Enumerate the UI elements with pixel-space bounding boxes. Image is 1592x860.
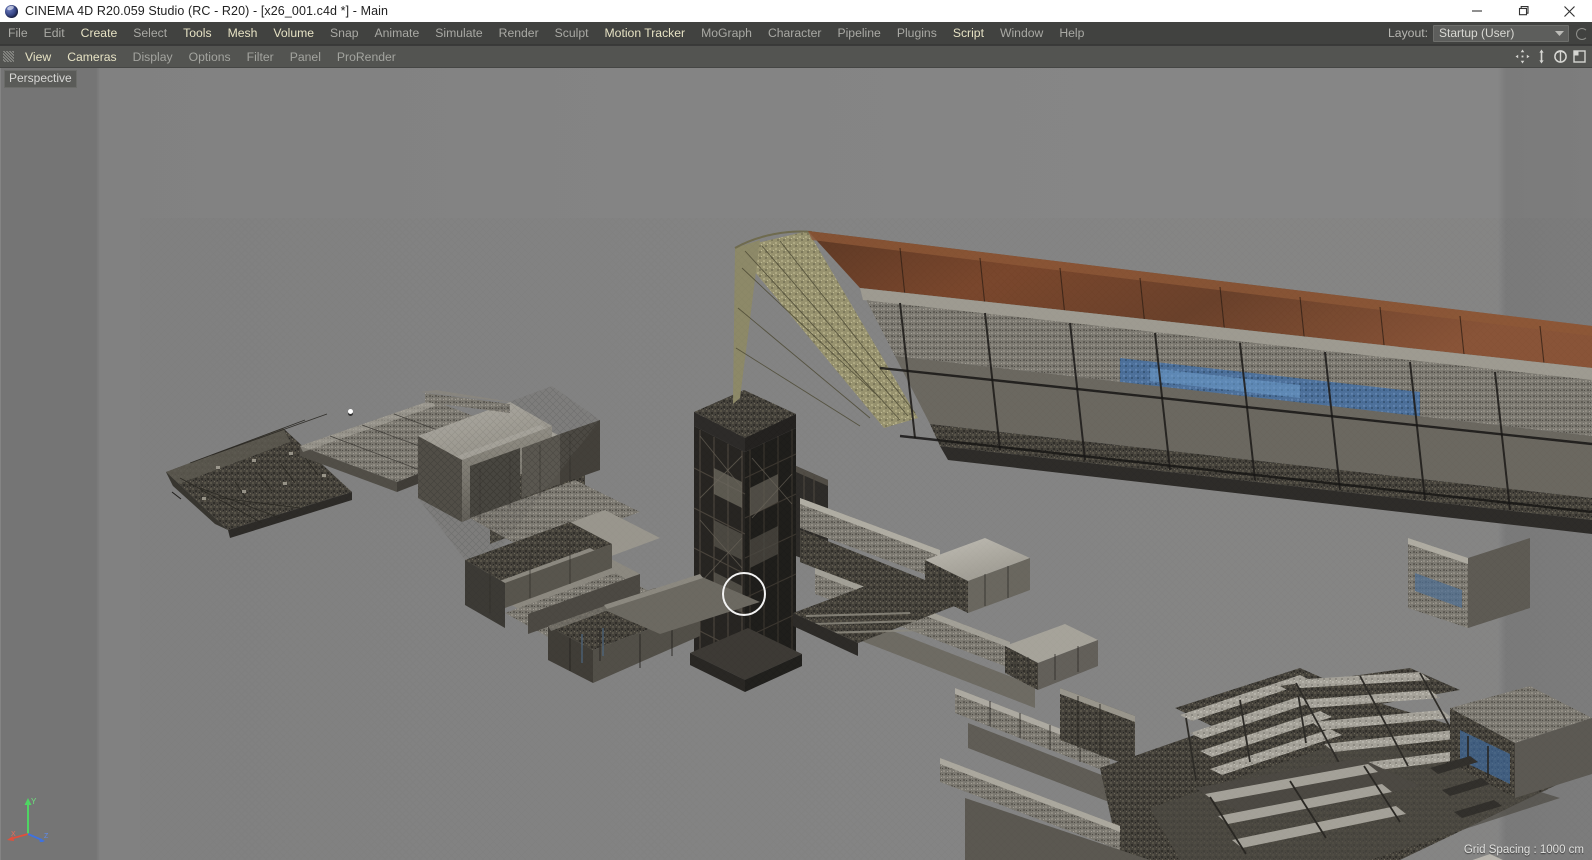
maximize-view-icon[interactable] bbox=[1571, 48, 1588, 66]
viewport-menu-filter[interactable]: Filter bbox=[239, 46, 282, 68]
3d-scene-render bbox=[140, 218, 1592, 860]
chevron-down-icon bbox=[1555, 31, 1564, 36]
menu-item-edit[interactable]: Edit bbox=[36, 22, 73, 45]
vertex-marker bbox=[348, 409, 353, 414]
layout-label: Layout: bbox=[1388, 26, 1428, 40]
menu-item-help[interactable]: Help bbox=[1051, 22, 1092, 45]
cinema4d-orb-icon bbox=[0, 0, 22, 22]
viewport-nav-icon-group bbox=[1514, 48, 1592, 66]
menu-item-create[interactable]: Create bbox=[73, 22, 126, 45]
menu-item-pipeline[interactable]: Pipeline bbox=[829, 22, 888, 45]
close-button[interactable] bbox=[1546, 0, 1592, 22]
perspective-viewport[interactable]: Perspective Y X Z Grid Spacing : 1000 cm bbox=[0, 68, 1592, 860]
menu-item-tools[interactable]: Tools bbox=[175, 22, 219, 45]
axis-label-z: Z bbox=[44, 833, 49, 840]
layout-dropdown-value: Startup (User) bbox=[1439, 26, 1515, 40]
restore-button[interactable] bbox=[1500, 0, 1546, 22]
menu-item-render[interactable]: Render bbox=[491, 22, 547, 45]
viewport-menu-view[interactable]: View bbox=[17, 46, 59, 68]
zoom-view-icon[interactable] bbox=[1533, 48, 1550, 66]
title-bar: CINEMA 4D R20.059 Studio (RC - R20) - [x… bbox=[0, 0, 1592, 22]
viewport-menu-options[interactable]: Options bbox=[181, 46, 239, 68]
menu-item-character[interactable]: Character bbox=[760, 22, 830, 45]
menu-item-volume[interactable]: Volume bbox=[265, 22, 322, 45]
cinema4d-window: CINEMA 4D R20.059 Studio (RC - R20) - [x… bbox=[0, 0, 1592, 860]
viewport-menu-prorender[interactable]: ProRender bbox=[329, 46, 404, 68]
menu-item-plugins[interactable]: Plugins bbox=[889, 22, 945, 45]
viewport-label[interactable]: Perspective bbox=[4, 70, 77, 88]
layout-control-group: Layout: Startup (User) bbox=[1388, 24, 1592, 42]
viewport-menu-bar: View Cameras Display Options Filter Pane… bbox=[0, 46, 1592, 68]
viewport-menu-cameras[interactable]: Cameras bbox=[59, 46, 124, 68]
menu-item-mograph[interactable]: MoGraph bbox=[693, 22, 760, 45]
restore-window-icon bbox=[1518, 6, 1529, 16]
pan-view-icon[interactable] bbox=[1514, 48, 1531, 66]
window-title: CINEMA 4D R20.059 Studio (RC - R20) - [x… bbox=[25, 3, 389, 18]
drag-grip-icon[interactable] bbox=[0, 46, 17, 68]
rotate-view-icon[interactable] bbox=[1552, 48, 1569, 66]
menu-item-animate[interactable]: Animate bbox=[367, 22, 428, 45]
axis-gizmo: Y X Z bbox=[6, 790, 58, 843]
menu-item-snap[interactable]: Snap bbox=[322, 22, 366, 45]
menu-item-sculpt[interactable]: Sculpt bbox=[547, 22, 597, 45]
axis-label-y: Y bbox=[31, 797, 37, 806]
minimize-button[interactable] bbox=[1454, 0, 1500, 22]
viewport-menu-display[interactable]: Display bbox=[125, 46, 181, 68]
refresh-layout-icon[interactable] bbox=[1576, 25, 1588, 42]
minimize-icon bbox=[1472, 10, 1482, 12]
menu-item-file[interactable]: File bbox=[0, 22, 36, 45]
menu-item-script[interactable]: Script bbox=[945, 22, 992, 45]
menu-item-motion-tracker[interactable]: Motion Tracker bbox=[597, 22, 694, 45]
brush-cursor bbox=[722, 572, 766, 616]
menu-item-select[interactable]: Select bbox=[125, 22, 175, 45]
close-icon bbox=[1563, 5, 1575, 17]
axis-label-x: X bbox=[11, 831, 16, 838]
grid-spacing-status: Grid Spacing : 1000 cm bbox=[1463, 844, 1584, 856]
layout-dropdown[interactable]: Startup (User) bbox=[1433, 24, 1569, 42]
viewport-menu-panel[interactable]: Panel bbox=[282, 46, 329, 68]
menu-item-mesh[interactable]: Mesh bbox=[220, 22, 266, 45]
main-menu-bar: File Edit Create Select Tools Mesh Volum… bbox=[0, 22, 1592, 45]
menu-item-simulate[interactable]: Simulate bbox=[427, 22, 490, 45]
menu-item-window[interactable]: Window bbox=[992, 22, 1051, 45]
